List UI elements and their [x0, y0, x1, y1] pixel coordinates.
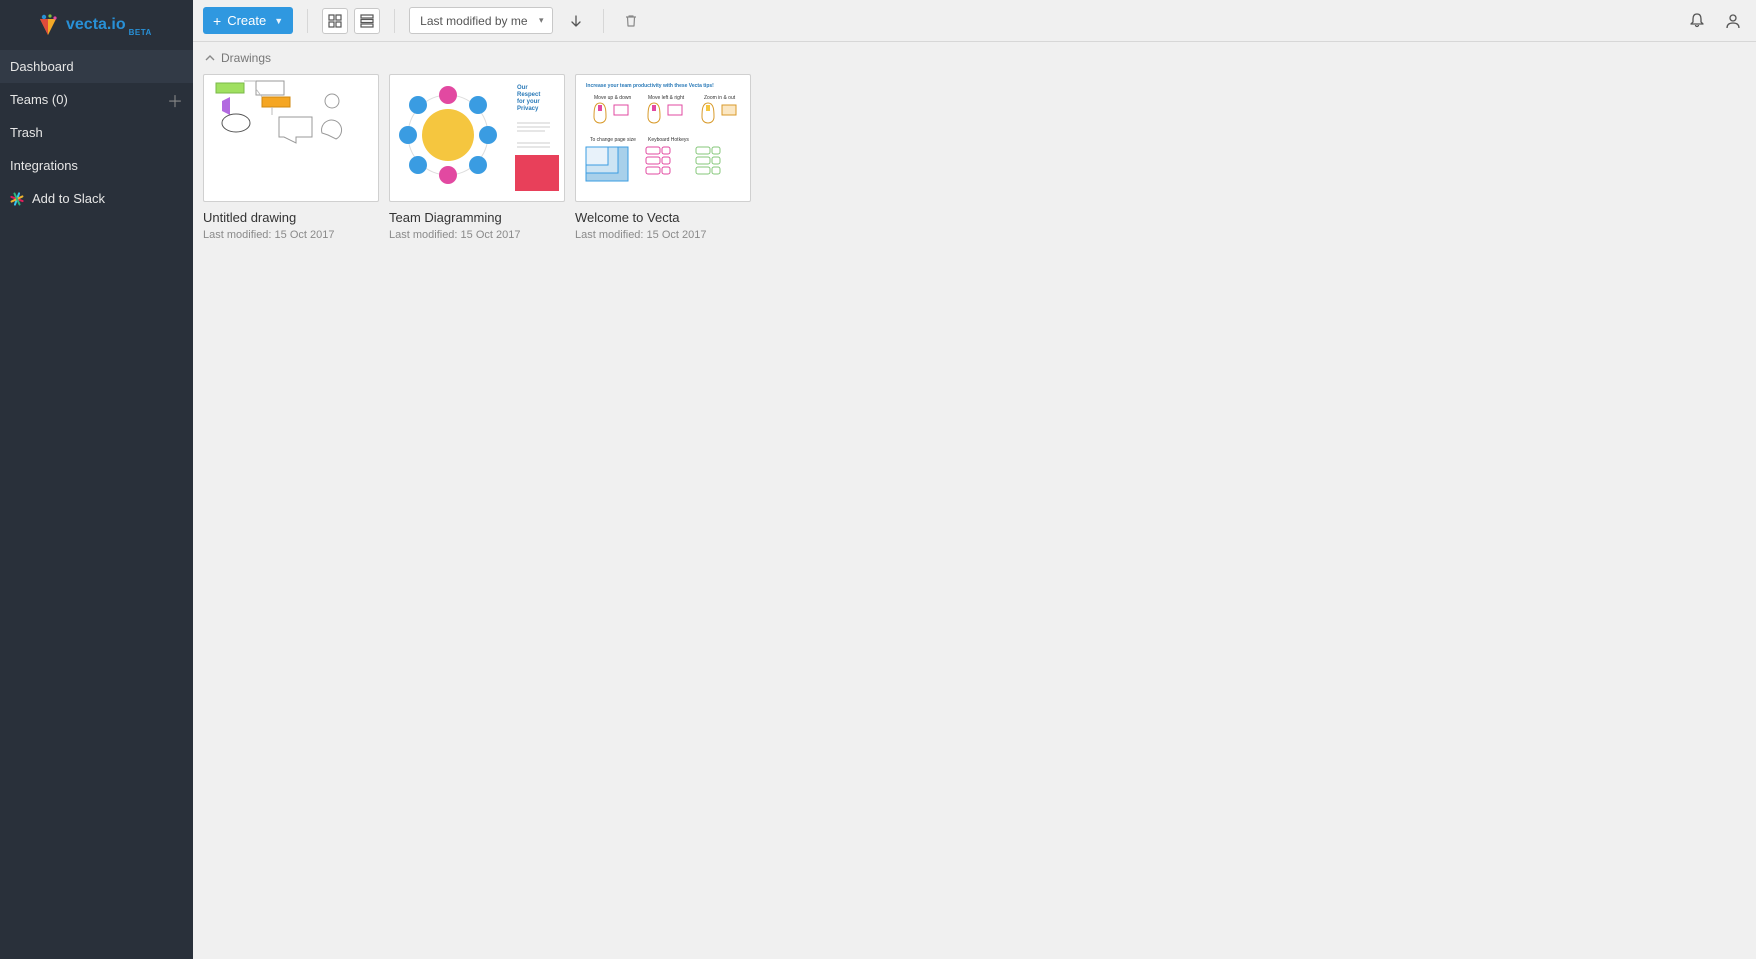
- notifications-button[interactable]: [1684, 8, 1710, 34]
- svg-text:Move up & down: Move up & down: [594, 95, 631, 101]
- drawing-card[interactable]: Our Respect for your Privacy Team Diagra…: [389, 74, 565, 241]
- sidebar-item-label: Dashboard: [10, 59, 74, 74]
- main-area: + Create ▼ Last modified by me: [193, 0, 1756, 959]
- create-label: Create: [227, 13, 266, 28]
- sidebar-item-label: Add to Slack: [32, 191, 105, 206]
- drawing-thumbnail: [203, 74, 379, 202]
- section-title: Drawings: [221, 51, 271, 65]
- vecta-logo-icon: [36, 13, 60, 37]
- svg-text:Respect: Respect: [517, 92, 540, 98]
- drawing-thumbnail: Increase your team productivity with the…: [575, 74, 751, 202]
- sidebar: vecta.io BETA Dashboard Teams (0) ＋ Tras…: [0, 0, 193, 959]
- drawing-modified: Last modified: 15 Oct 2017: [389, 229, 565, 241]
- sidebar-item-label: Trash: [10, 125, 43, 140]
- sort-direction-button[interactable]: [563, 8, 589, 34]
- chevron-up-icon: [205, 53, 215, 63]
- sidebar-item-dashboard[interactable]: Dashboard: [0, 50, 193, 83]
- divider: [394, 9, 395, 33]
- drawing-card[interactable]: Increase your team productivity with the…: [575, 74, 751, 241]
- brand-name: vecta.io: [66, 16, 126, 34]
- drawing-card[interactable]: Untitled drawing Last modified: 15 Oct 2…: [203, 74, 379, 241]
- svg-text:Our: Our: [517, 85, 528, 91]
- grid-view-button[interactable]: [322, 8, 348, 34]
- list-view-button[interactable]: [354, 8, 380, 34]
- drawing-thumbnail: Our Respect for your Privacy: [389, 74, 565, 202]
- svg-text:Zoom in & out: Zoom in & out: [704, 95, 736, 101]
- plus-icon: +: [213, 14, 221, 28]
- svg-text:To change page size: To change page size: [590, 137, 636, 143]
- svg-text:Move left & right: Move left & right: [648, 95, 685, 101]
- brand-logo[interactable]: vecta.io BETA: [0, 0, 193, 50]
- drawing-modified: Last modified: 15 Oct 2017: [203, 229, 379, 241]
- section-header-drawings[interactable]: Drawings: [203, 42, 1746, 74]
- sidebar-item-add-to-slack[interactable]: Add to Slack: [0, 182, 193, 215]
- profile-button[interactable]: [1720, 8, 1746, 34]
- view-toggle: [322, 8, 380, 34]
- content-area: Drawings Untitle: [193, 42, 1756, 959]
- drawing-title: Team Diagramming: [389, 210, 565, 225]
- drawing-title: Untitled drawing: [203, 210, 379, 225]
- svg-text:Keyboard Hotkeys: Keyboard Hotkeys: [648, 137, 689, 143]
- sidebar-item-trash[interactable]: Trash: [0, 116, 193, 149]
- trash-button[interactable]: [618, 8, 644, 34]
- brand-beta-tag: BETA: [129, 28, 152, 37]
- svg-text:for your: for your: [517, 99, 540, 105]
- create-button[interactable]: + Create ▼: [203, 7, 293, 34]
- plus-icon[interactable]: ＋: [167, 88, 183, 112]
- toolbar: + Create ▼ Last modified by me: [193, 0, 1756, 42]
- sidebar-item-label: Integrations: [10, 158, 78, 173]
- drawing-modified: Last modified: 15 Oct 2017: [575, 229, 751, 241]
- sidebar-item-integrations[interactable]: Integrations: [0, 149, 193, 182]
- divider: [307, 9, 308, 33]
- drawing-title: Welcome to Vecta: [575, 210, 751, 225]
- sort-selected-label: Last modified by me: [420, 14, 527, 28]
- divider: [603, 9, 604, 33]
- sidebar-item-label: Teams (0): [10, 92, 68, 107]
- svg-text:Increase your team productivit: Increase your team productivity with the…: [586, 83, 714, 89]
- drawings-grid: Untitled drawing Last modified: 15 Oct 2…: [203, 74, 1746, 241]
- caret-down-icon: ▼: [274, 16, 283, 26]
- svg-text:Privacy: Privacy: [517, 106, 539, 112]
- sidebar-item-teams[interactable]: Teams (0) ＋: [0, 83, 193, 116]
- sort-dropdown[interactable]: Last modified by me: [409, 7, 552, 34]
- slack-icon: [10, 192, 24, 206]
